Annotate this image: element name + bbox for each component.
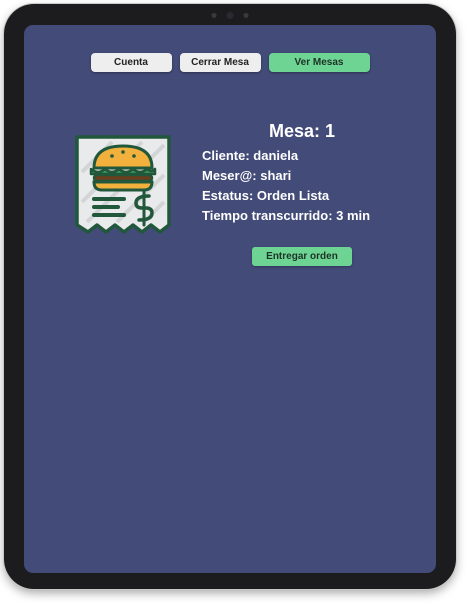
app-screen: Cuenta Cerrar Mesa Ver Mesas Mesa: 1 Cli…: [24, 25, 436, 573]
estatus-line: EstatusOrden Lista: [202, 188, 402, 203]
cuenta-button[interactable]: Cuenta: [90, 53, 172, 72]
mesero-label: Meser@: [202, 168, 260, 183]
mesero-line: Meser@shari: [202, 168, 402, 183]
cliente-label: Cliente: [202, 148, 253, 163]
top-nav: Cuenta Cerrar Mesa Ver Mesas: [24, 53, 436, 72]
estatus-label: Estatus: [202, 188, 257, 203]
cerrar-mesa-button[interactable]: Cerrar Mesa: [179, 53, 261, 72]
tiempo-line: Tiempo transcurrido3 min: [202, 208, 402, 223]
cliente-value: daniela: [253, 148, 299, 163]
sensor-dot: [211, 13, 217, 18]
table-info: Mesa: 1 Clientedaniela Meser@shari Estat…: [202, 121, 402, 228]
mesero-value: shari: [260, 168, 292, 183]
sensor-dot: [243, 13, 249, 18]
ver-mesas-button[interactable]: Ver Mesas: [268, 53, 370, 72]
cliente-line: Clientedaniela: [202, 148, 402, 163]
entregar-orden-button[interactable]: Entregar orden: [252, 247, 352, 266]
tiempo-label: Tiempo transcurrido: [202, 208, 336, 223]
camera-lens: [226, 12, 234, 19]
table-title: Mesa: 1: [268, 121, 336, 141]
tiempo-value: 3 min: [336, 208, 371, 223]
tablet-frame: Cuenta Cerrar Mesa Ver Mesas Mesa: 1 Cli…: [4, 4, 456, 589]
burger-receipt-icon: [75, 135, 171, 234]
estatus-value: Orden Lista: [256, 188, 330, 203]
camera-bar: [211, 12, 249, 19]
